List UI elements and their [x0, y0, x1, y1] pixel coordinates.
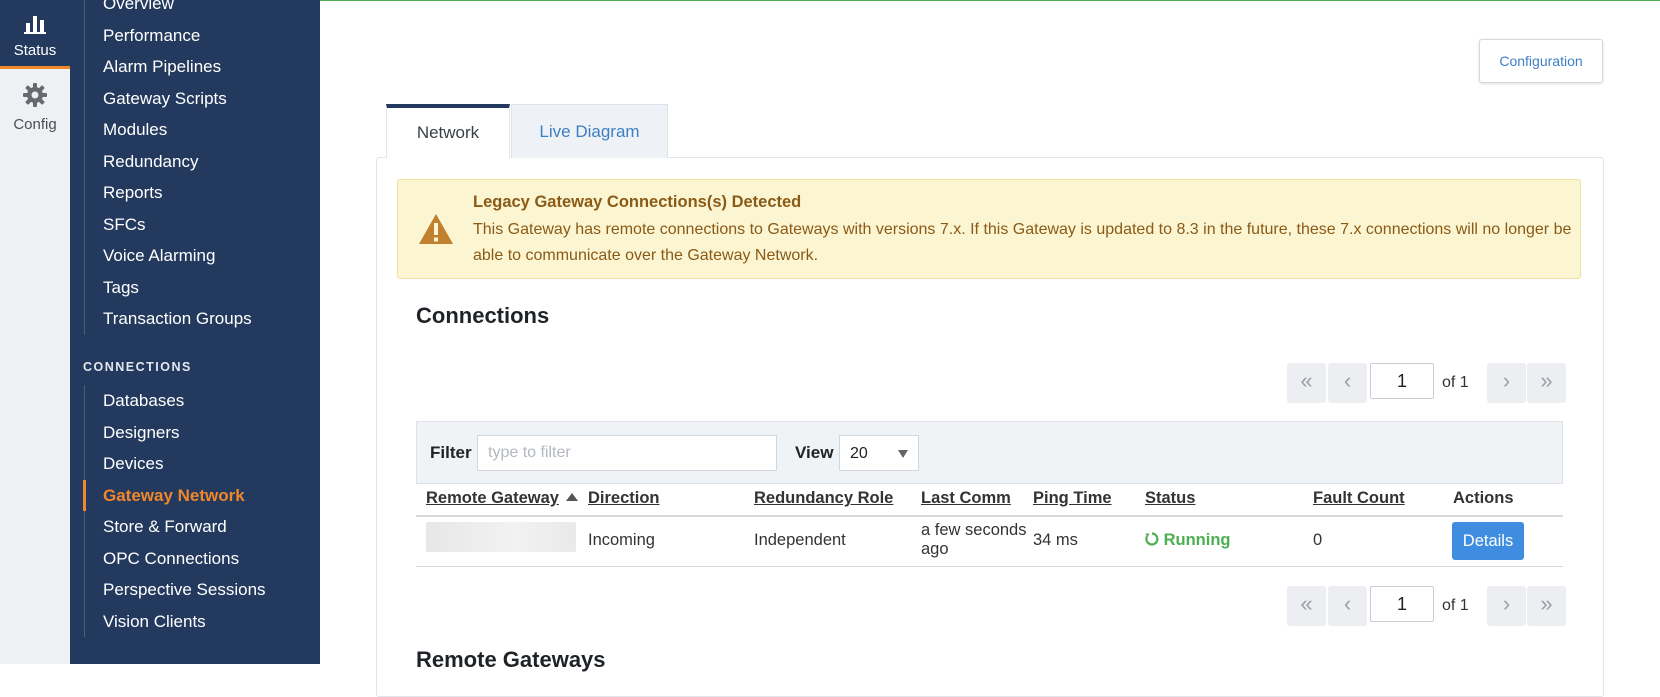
- pager-next-button[interactable]: ›: [1487, 363, 1526, 403]
- rail-label-status: Status: [13, 42, 57, 59]
- legacy-connections-alert: Legacy Gateway Connections(s) Detected T…: [397, 179, 1581, 279]
- alert-body: This Gateway has remote connections to G…: [473, 221, 1572, 264]
- column-ping-time[interactable]: Ping Time: [1033, 489, 1112, 508]
- connections-heading: Connections: [416, 303, 550, 328]
- caret-down-icon: [898, 450, 908, 458]
- column-actions: Actions: [1453, 489, 1514, 507]
- sidebar-item-vision-clients[interactable]: Vision Clients: [85, 606, 266, 638]
- details-button[interactable]: Details: [1452, 522, 1524, 560]
- rail-item-status[interactable]: Status: [0, 0, 70, 69]
- cell-ping-time: 34 ms: [1033, 531, 1078, 549]
- sort-ascending-icon: [565, 493, 578, 501]
- sidebar-item-gateway-scripts[interactable]: Gateway Scripts: [85, 83, 252, 115]
- column-direction[interactable]: Direction: [588, 489, 660, 508]
- view-label: View: [795, 443, 834, 462]
- column-remote-gateway-label: Remote Gateway: [426, 489, 559, 507]
- cell-direction: Incoming: [588, 531, 655, 549]
- table-row-divider: [416, 566, 1563, 567]
- cell-status: Running: [1145, 531, 1231, 550]
- column-fault-count[interactable]: Fault Count: [1313, 489, 1405, 508]
- pager-of-label: of 1: [1442, 597, 1469, 614]
- alert-title: Legacy Gateway Connections(s) Detected: [473, 193, 802, 211]
- cell-last-comm: a few seconds ago: [921, 521, 1026, 559]
- pager-last-button[interactable]: »: [1527, 586, 1566, 626]
- sidebar-item-reports[interactable]: Reports: [85, 177, 252, 209]
- sidebar-item-tags[interactable]: Tags: [85, 272, 252, 304]
- sidebar: Overview Performance Alarm Pipelines Gat…: [70, 0, 320, 664]
- view-select[interactable]: 20: [839, 435, 919, 471]
- rail-label-config: Config: [13, 116, 57, 133]
- sidebar-item-transaction-groups[interactable]: Transaction Groups: [85, 303, 252, 335]
- remote-gateways-heading: Remote Gateways: [416, 647, 606, 672]
- sidebar-item-performance[interactable]: Performance: [85, 20, 252, 52]
- sidebar-item-overview[interactable]: Overview: [85, 0, 252, 20]
- pager-prev-button[interactable]: ‹: [1328, 363, 1367, 403]
- cell-last-comm-line-1: a few seconds: [921, 521, 1027, 539]
- column-status[interactable]: Status: [1145, 489, 1195, 508]
- sidebar-item-modules[interactable]: Modules: [85, 114, 252, 146]
- rail-item-config[interactable]: Config: [0, 82, 70, 142]
- sidebar-item-redundancy[interactable]: Redundancy: [85, 146, 252, 178]
- pager-first-button[interactable]: «: [1287, 586, 1326, 626]
- pager-last-button[interactable]: »: [1527, 363, 1566, 403]
- cell-fault-count: 0: [1313, 531, 1323, 549]
- warning-triangle-icon: [418, 213, 454, 250]
- sidebar-status-list: Overview Performance Alarm Pipelines Gat…: [84, 0, 252, 335]
- configuration-button[interactable]: Configuration: [1479, 39, 1603, 83]
- cell-redundancy-role: Independent: [754, 531, 846, 549]
- pager-prev-button[interactable]: ‹: [1328, 586, 1367, 626]
- sidebar-item-voice-alarming[interactable]: Voice Alarming: [85, 240, 252, 272]
- pager-page-input[interactable]: 1: [1370, 586, 1434, 622]
- filter-input[interactable]: [477, 435, 777, 471]
- sidebar-item-sfcs[interactable]: SFCs: [85, 209, 252, 241]
- column-last-comm[interactable]: Last Comm: [921, 489, 1011, 508]
- tab-live-diagram[interactable]: Live Diagram: [511, 104, 668, 158]
- running-refresh-icon: [1145, 531, 1164, 549]
- sidebar-item-store-forward[interactable]: Store & Forward: [85, 511, 266, 543]
- pager-next-button[interactable]: ›: [1487, 586, 1526, 626]
- filter-bar: Filter View 20: [416, 421, 1563, 484]
- sidebar-item-opc-connections[interactable]: OPC Connections: [85, 543, 266, 575]
- tab-network[interactable]: Network: [386, 104, 510, 158]
- sidebar-section-connections: CONNECTIONS: [83, 360, 192, 374]
- sidebar-item-devices[interactable]: Devices: [85, 448, 266, 480]
- gear-icon: [0, 82, 70, 112]
- sidebar-item-databases[interactable]: Databases: [85, 385, 266, 417]
- sidebar-item-perspective-sessions[interactable]: Perspective Sessions: [85, 574, 266, 606]
- main-content: Configuration Network Live Diagram Legac…: [320, 0, 1660, 697]
- table-header-divider: [416, 515, 1563, 517]
- view-select-value: 20: [850, 445, 868, 462]
- column-redundancy-role[interactable]: Redundancy Role: [754, 489, 893, 508]
- cell-status-label: Running: [1163, 531, 1231, 549]
- bar-chart-icon: [0, 14, 70, 38]
- pager-page-input[interactable]: 1: [1370, 363, 1434, 399]
- sidebar-item-alarm-pipelines[interactable]: Alarm Pipelines: [85, 51, 252, 83]
- column-remote-gateway[interactable]: Remote Gateway: [426, 489, 578, 508]
- cell-last-comm-line-2: ago: [921, 540, 949, 558]
- sidebar-item-gateway-network[interactable]: Gateway Network: [83, 479, 266, 511]
- pager-first-button[interactable]: «: [1287, 363, 1326, 403]
- remote-gateway-name-redacted: [426, 522, 576, 552]
- pager-of-label: of 1: [1442, 374, 1469, 391]
- sidebar-connections-list: Databases Designers Devices Gateway Netw…: [83, 385, 266, 638]
- sidebar-item-designers[interactable]: Designers: [85, 417, 266, 449]
- filter-label: Filter: [430, 443, 472, 462]
- icon-rail: Status Config: [0, 0, 70, 664]
